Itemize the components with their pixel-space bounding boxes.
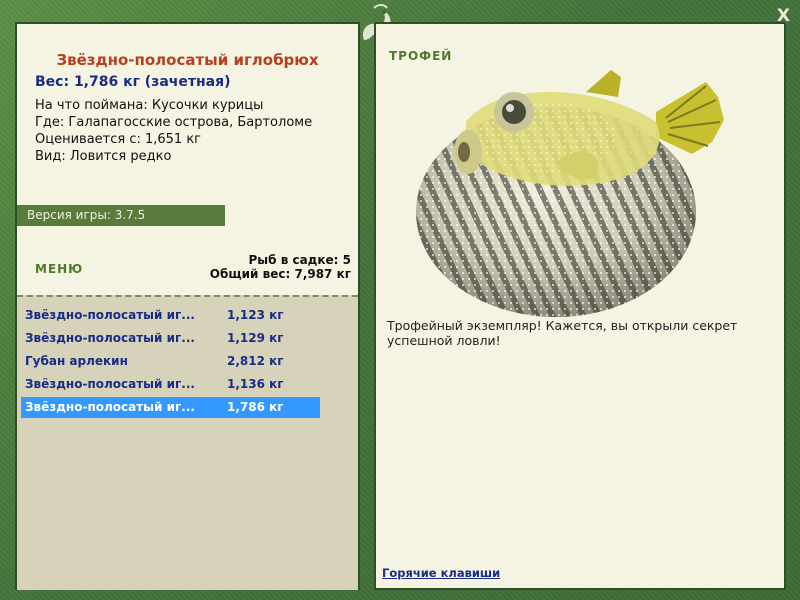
list-item-weight: 1,123 кг bbox=[227, 308, 284, 322]
list-item-name: Губан арлекин bbox=[25, 354, 128, 368]
list-item-selected[interactable]: Звёздно-полосатый иг... 1,786 кг bbox=[21, 397, 320, 418]
location-info: Где: Галапагосские острова, Бартоломе bbox=[35, 115, 313, 130]
hotkeys-link[interactable]: Горячие клавиши bbox=[382, 566, 500, 580]
catch-list: Звёздно-полосатый иг... 1,123 кг Звёздно… bbox=[17, 295, 358, 590]
list-item[interactable]: Звёздно-полосатый иг... 1,123 кг bbox=[21, 305, 320, 326]
list-item-name: Звёздно-полосатый иг... bbox=[25, 308, 195, 322]
bait-info: На что поймана: Кусочки курицы bbox=[35, 98, 264, 113]
value-info: Оценивается с: 1,651 кг bbox=[35, 132, 202, 147]
list-item[interactable]: Губан арлекин 2,812 кг bbox=[21, 351, 320, 372]
list-item-weight: 2,812 кг bbox=[227, 354, 284, 368]
fish-count: Рыб в садке: 5 bbox=[248, 253, 352, 267]
fish-details: На что поймана: Кусочки курицы Где: Гала… bbox=[35, 97, 312, 165]
list-item[interactable]: Звёздно-полосатый иг... 1,129 кг bbox=[21, 328, 320, 349]
list-item-weight: 1,786 кг bbox=[227, 400, 284, 414]
fish-weight: Вес: 1,786 кг (зачетная) bbox=[35, 74, 231, 90]
list-item-name: Звёздно-полосатый иг... bbox=[25, 377, 195, 391]
list-item-name: Звёздно-полосатый иг... bbox=[25, 400, 195, 414]
trophy-description: Трофейный экземпляр! Кажется, вы открыли… bbox=[387, 318, 738, 348]
total-weight: Общий вес: 7,987 кг bbox=[209, 267, 351, 281]
window-frame: X Звёздно-полосатый иглобрюх Вес: 1,786 … bbox=[0, 0, 800, 600]
trophy-panel: ТРОФЕЙ Трофейный экземпляр! Кажется, вы … bbox=[374, 22, 786, 590]
list-item[interactable]: Звёздно-полосатый иг... 1,136 кг bbox=[21, 374, 320, 395]
pufferfish-image bbox=[416, 70, 724, 317]
fish-title: Звёздно-полосатый иглобрюх bbox=[56, 51, 319, 69]
list-item-name: Звёздно-полосатый иг... bbox=[25, 331, 195, 345]
list-item-weight: 1,129 кг bbox=[227, 331, 284, 345]
list-item-weight: 1,136 кг bbox=[227, 377, 284, 391]
rarity-info: Вид: Ловится редко bbox=[35, 149, 172, 164]
menu-button[interactable]: МЕНЮ bbox=[35, 262, 83, 276]
game-version: Версия игры: 3.7.5 bbox=[17, 205, 225, 226]
keep-stats: Рыб в садке: 5 Общий вес: 7,987 кг bbox=[210, 253, 351, 281]
fish-info-panel: Звёздно-полосатый иглобрюх Вес: 1,786 кг… bbox=[15, 22, 360, 590]
